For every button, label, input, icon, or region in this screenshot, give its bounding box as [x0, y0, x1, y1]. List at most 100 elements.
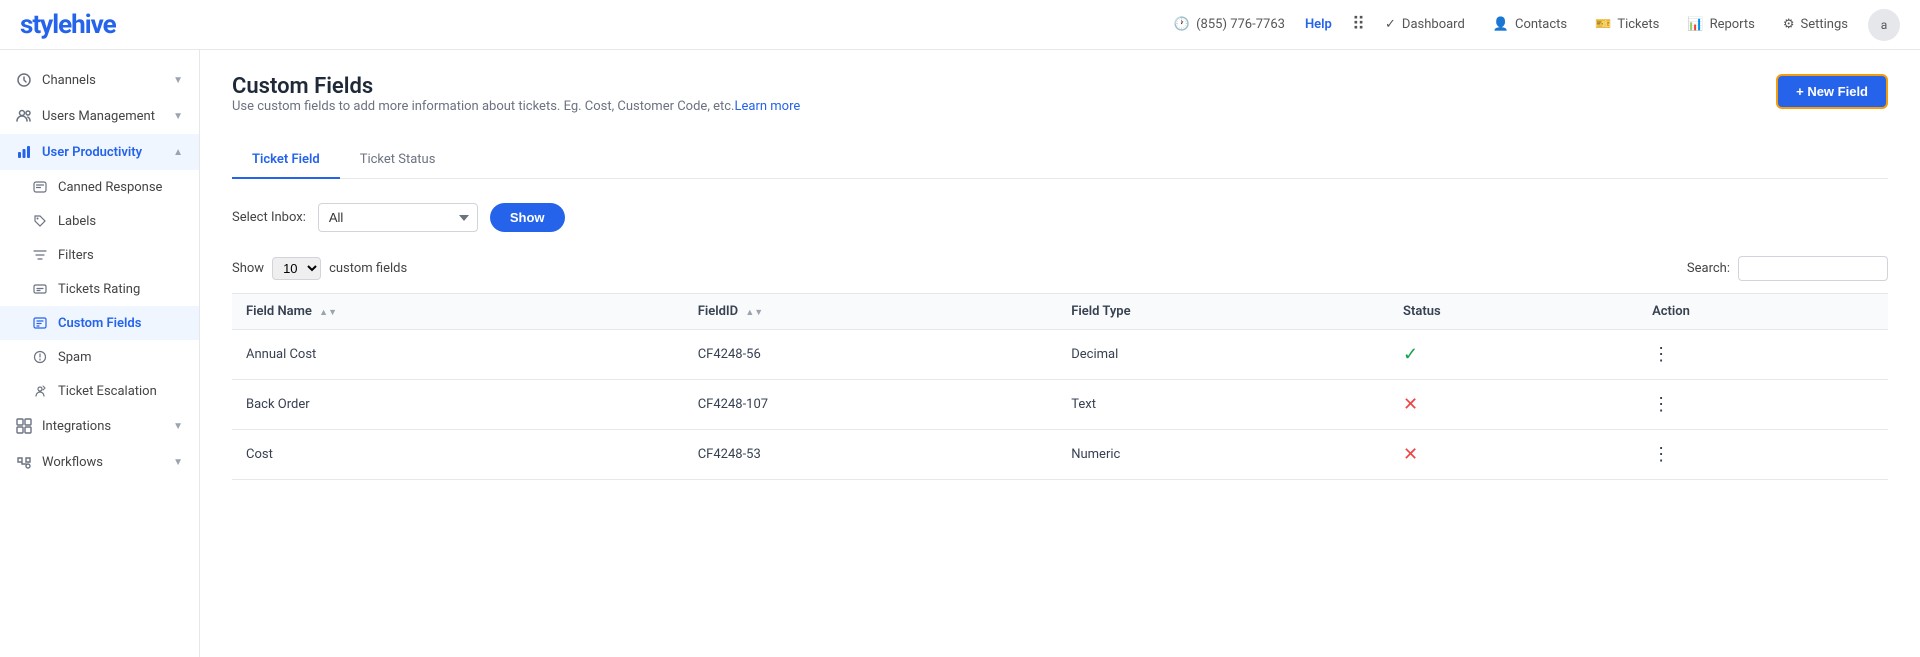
sidebar-item-users-management[interactable]: Users Management ▼ [0, 98, 199, 134]
filters-label: Filters [58, 248, 94, 263]
cell-action[interactable]: ⋮ [1638, 380, 1888, 430]
labels-label: Labels [58, 214, 96, 229]
sort-field-id-icon: ▲▼ [745, 309, 763, 318]
grid-icon[interactable]: ⠿ [1352, 14, 1365, 35]
canned-response-icon [32, 179, 48, 195]
th-field-type: Field Type [1057, 294, 1389, 330]
sidebar-child-labels[interactable]: Labels [0, 204, 199, 238]
nav-contacts[interactable]: 👤 Contacts [1493, 17, 1567, 32]
sidebar-integrations-left: Integrations [16, 418, 111, 434]
sidebar-child-ticket-escalation[interactable]: Ticket Escalation [0, 374, 199, 408]
show-entries: Show 10 25 50 custom fields [232, 257, 407, 280]
page-header: Custom Fields Use custom fields to add m… [232, 74, 1888, 134]
th-field-type-label: Field Type [1071, 304, 1130, 319]
select-inbox-label: Select Inbox: [232, 210, 306, 225]
tab-ticket-status[interactable]: Ticket Status [340, 142, 456, 179]
sort-field-name-icon: ▲▼ [319, 309, 337, 318]
cell-field-type: Numeric [1057, 430, 1389, 480]
cell-action[interactable]: ⋮ [1638, 430, 1888, 480]
search-input[interactable] [1738, 256, 1888, 281]
topbar-left: stylehive [20, 10, 116, 40]
new-field-button[interactable]: + New Field [1776, 74, 1888, 109]
cell-action[interactable]: ⋮ [1638, 330, 1888, 380]
ticket-escalation-icon [32, 383, 48, 399]
sidebar-item-channels[interactable]: Channels ▼ [0, 62, 199, 98]
action-menu-icon[interactable]: ⋮ [1652, 444, 1672, 465]
sidebar-child-filters[interactable]: Filters [0, 238, 199, 272]
sidebar-child-custom-fields[interactable]: Custom Fields [0, 306, 199, 340]
logo-text2: hive [71, 10, 115, 40]
topbar-right: 🕐 (855) 776-7763 Help ⠿ ✓ Dashboard 👤 Co… [1174, 9, 1900, 41]
nav-settings[interactable]: ⚙ Settings [1783, 17, 1848, 32]
sidebar-channels-label: Channels [42, 73, 96, 88]
page-title: Custom Fields [232, 74, 800, 99]
sidebar-users-left: Users Management [16, 108, 155, 124]
integrations-label: Integrations [42, 419, 111, 434]
canned-response-label: Canned Response [58, 180, 162, 195]
avatar[interactable]: a [1868, 9, 1900, 41]
sidebar-child-spam[interactable]: Spam [0, 340, 199, 374]
nav-reports-label: Reports [1710, 17, 1755, 32]
sidebar-item-integrations[interactable]: Integrations ▼ [0, 408, 199, 444]
avatar-initial: a [1881, 18, 1888, 32]
logo-text1: style [20, 10, 71, 40]
th-field-id[interactable]: FieldID ▲▼ [684, 294, 1058, 330]
cell-status: ✓ [1389, 330, 1638, 380]
custom-fields-table: Field Name ▲▼ FieldID ▲▼ Field Type Stat… [232, 293, 1888, 480]
dashboard-icon: ✓ [1385, 17, 1396, 32]
tab-ticket-field[interactable]: Ticket Field [232, 142, 340, 179]
settings-icon: ⚙ [1783, 17, 1795, 32]
sidebar-item-user-productivity[interactable]: User Productivity ▲ [0, 134, 199, 170]
nav-reports[interactable]: 📊 Reports [1687, 17, 1755, 32]
filters-icon [32, 247, 48, 263]
cell-field-name: Back Order [232, 380, 684, 430]
phone-number: (855) 776-7763 [1196, 17, 1285, 32]
sidebar-child-tickets-rating[interactable]: Tickets Rating [0, 272, 199, 306]
sidebar-item-workflows[interactable]: Workflows ▼ [0, 444, 199, 480]
cell-field-name: Cost [232, 430, 684, 480]
learn-more-link[interactable]: Learn more [734, 99, 800, 114]
nav-tickets[interactable]: 🎫 Tickets [1595, 17, 1659, 32]
sidebar-productivity-children: Canned Response Labels Filters Tickets R… [0, 170, 199, 408]
action-menu-icon[interactable]: ⋮ [1652, 344, 1672, 365]
nav-tickets-label: Tickets [1617, 17, 1659, 32]
cell-field-id: CF4248-53 [684, 430, 1058, 480]
nav-dashboard[interactable]: ✓ Dashboard [1385, 17, 1465, 32]
tickets-icon: 🎫 [1595, 17, 1611, 32]
inbox-select[interactable]: All [318, 203, 478, 232]
th-field-name-label: Field Name [246, 304, 312, 319]
show-button[interactable]: Show [490, 203, 565, 232]
sidebar-users-label: Users Management [42, 109, 155, 124]
tab-ticket-field-label: Ticket Field [252, 152, 320, 167]
nav-items: ✓ Dashboard 👤 Contacts 🎫 Tickets 📊 Repor… [1385, 17, 1848, 32]
sidebar-child-canned-response[interactable]: Canned Response [0, 170, 199, 204]
entries-select[interactable]: 10 25 50 [272, 257, 321, 280]
custom-fields-icon [32, 315, 48, 331]
table-row: Cost CF4248-53 Numeric ✕ ⋮ [232, 430, 1888, 480]
app-layout: Channels ▼ Users Management ▼ User Produ… [0, 50, 1920, 657]
cell-status: ✕ [1389, 430, 1638, 480]
table-controls: Show 10 25 50 custom fields Search: [232, 256, 1888, 281]
nav-settings-label: Settings [1801, 17, 1848, 32]
sidebar-item-channels-left: Channels [16, 72, 96, 88]
action-menu-icon[interactable]: ⋮ [1652, 394, 1672, 415]
spam-label: Spam [58, 350, 92, 365]
table-head: Field Name ▲▼ FieldID ▲▼ Field Type Stat… [232, 294, 1888, 330]
chevron-down-icon: ▼ [173, 75, 183, 86]
sidebar-workflows-left: Workflows [16, 454, 103, 470]
spam-icon [32, 349, 48, 365]
table-header-row: Field Name ▲▼ FieldID ▲▼ Field Type Stat… [232, 294, 1888, 330]
sidebar: Channels ▼ Users Management ▼ User Produ… [0, 50, 200, 657]
workflows-icon [16, 454, 32, 470]
ticket-escalation-label: Ticket Escalation [58, 384, 157, 399]
reports-icon: 📊 [1687, 17, 1703, 32]
table-row: Back Order CF4248-107 Text ✕ ⋮ [232, 380, 1888, 430]
topbar: stylehive 🕐 (855) 776-7763 Help ⠿ ✓ Dash… [0, 0, 1920, 50]
th-field-name[interactable]: Field Name ▲▼ [232, 294, 684, 330]
help-link[interactable]: Help [1305, 17, 1332, 32]
channels-icon [16, 72, 32, 88]
nav-dashboard-label: Dashboard [1402, 17, 1465, 32]
sidebar-productivity-label: User Productivity [42, 145, 142, 160]
phone-icon: 🕐 [1174, 17, 1190, 32]
th-field-id-label: FieldID [698, 304, 738, 319]
